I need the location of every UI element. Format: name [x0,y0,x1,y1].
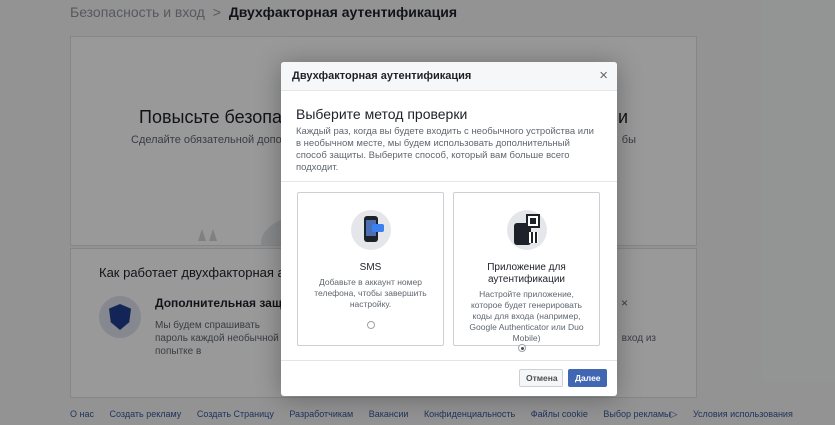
next-button[interactable]: Далее [568,369,607,387]
option-app-radio[interactable] [518,344,526,352]
dialog-footer: Отмена Далее [281,360,617,396]
option-app-description: Настройте приложение, которое будет гене… [469,289,584,343]
method-title: Выберите метод проверки [296,106,468,122]
divider [281,181,617,182]
close-icon[interactable]: × [599,67,608,85]
dialog-header: Двухфакторная аутентификация × [281,62,617,91]
option-sms-label: SMS [359,262,382,273]
option-app-label: Приложение для аутентификации [487,262,566,285]
method-description: Каждый раз, когда вы будете входить с не… [296,126,594,173]
dialog-title: Двухфакторная аутентификация [292,70,472,82]
option-sms-radio[interactable] [366,321,375,329]
two-factor-dialog: Двухфакторная аутентификация × Выберите … [281,62,617,396]
cancel-button[interactable]: Отмена [519,369,563,387]
option-sms[interactable]: SMS Добавьте в аккаунт номер телефона, ч… [297,192,444,346]
sms-phone-icon [350,210,391,250]
qr-code-phone-icon [506,210,547,250]
dialog-body: Выберите метод проверки Каждый раз, когд… [281,91,617,349]
option-authenticator-app[interactable]: Приложение для аутентификации Настройте … [453,192,600,346]
option-sms-description: Добавьте в аккаунт номер телефона, чтобы… [314,277,427,309]
